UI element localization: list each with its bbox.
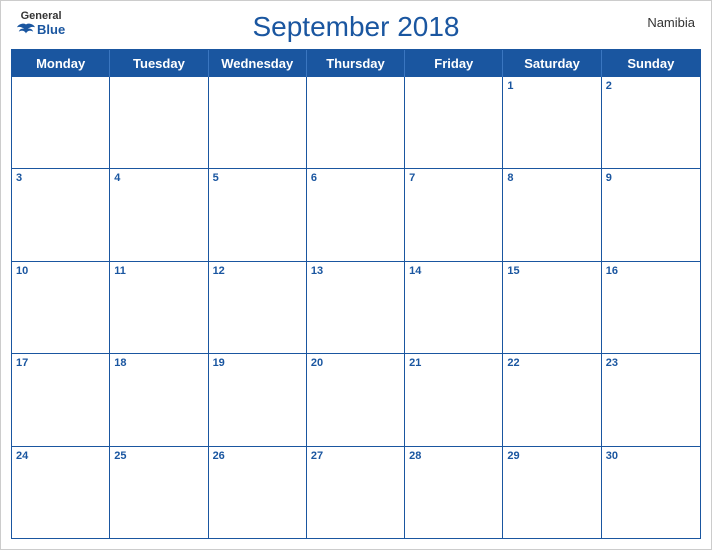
day-number: 7 [409, 172, 415, 184]
day-number: 24 [16, 450, 28, 462]
day-header-friday: Friday [405, 50, 503, 77]
day-number: 23 [606, 357, 618, 369]
day-number: 11 [114, 265, 126, 277]
day-number: 25 [114, 450, 126, 462]
week-row-3: 10 11 12 13 14 15 16 [12, 261, 700, 353]
day-cell: 5 [209, 169, 307, 260]
country-label: Namibia [647, 15, 695, 30]
week-row-4: 17 18 19 20 21 22 23 [12, 353, 700, 445]
day-header-tuesday: Tuesday [110, 50, 208, 77]
logo: General Blue [17, 11, 65, 36]
day-cell: 24 [12, 447, 110, 538]
day-number: 3 [16, 172, 22, 184]
day-header-sunday: Sunday [602, 50, 700, 77]
day-cell: 10 [12, 262, 110, 353]
day-number: 16 [606, 265, 618, 277]
day-cell: 28 [405, 447, 503, 538]
calendar-header: General Blue September 2018 Namibia [1, 1, 711, 49]
day-number: 13 [311, 265, 323, 277]
day-cell: 2 [602, 77, 700, 168]
calendar-title: September 2018 [252, 11, 459, 43]
day-number: 15 [507, 265, 519, 277]
week-row-2: 3 4 5 6 7 8 9 [12, 168, 700, 260]
day-cell: 30 [602, 447, 700, 538]
day-number: 1 [507, 80, 513, 92]
logo-bird-icon [17, 22, 35, 36]
day-cell: 11 [110, 262, 208, 353]
day-number: 29 [507, 450, 519, 462]
day-cell: 20 [307, 354, 405, 445]
day-number: 14 [409, 265, 421, 277]
day-cell: 26 [209, 447, 307, 538]
day-number: 27 [311, 450, 323, 462]
day-number: 19 [213, 357, 225, 369]
day-header-thursday: Thursday [307, 50, 405, 77]
day-cell: 22 [503, 354, 601, 445]
day-header-saturday: Saturday [503, 50, 601, 77]
week-row-1: 12 [12, 77, 700, 168]
day-number: 4 [114, 172, 120, 184]
day-cell: 19 [209, 354, 307, 445]
day-cell [307, 77, 405, 168]
day-cell: 6 [307, 169, 405, 260]
day-number: 26 [213, 450, 225, 462]
day-header-monday: Monday [12, 50, 110, 77]
day-cell [405, 77, 503, 168]
day-cell: 12 [209, 262, 307, 353]
day-number: 8 [507, 172, 513, 184]
logo-blue-text: Blue [17, 22, 65, 36]
day-cell: 21 [405, 354, 503, 445]
day-cell: 17 [12, 354, 110, 445]
day-number: 5 [213, 172, 219, 184]
day-number: 18 [114, 357, 126, 369]
day-cell: 3 [12, 169, 110, 260]
day-cell: 16 [602, 262, 700, 353]
day-cell: 23 [602, 354, 700, 445]
day-cell: 4 [110, 169, 208, 260]
day-cell [12, 77, 110, 168]
day-number: 21 [409, 357, 421, 369]
day-cell: 7 [405, 169, 503, 260]
logo-general-text: General [21, 11, 62, 22]
day-header-wednesday: Wednesday [209, 50, 307, 77]
day-cell: 27 [307, 447, 405, 538]
day-cell [209, 77, 307, 168]
calendar-page: General Blue September 2018 Namibia Mond… [0, 0, 712, 550]
day-cell: 29 [503, 447, 601, 538]
day-number: 30 [606, 450, 618, 462]
day-cell: 1 [503, 77, 601, 168]
day-number: 20 [311, 357, 323, 369]
week-row-5: 24 25 26 27 28 29 30 [12, 446, 700, 538]
day-number: 9 [606, 172, 612, 184]
day-cell: 15 [503, 262, 601, 353]
day-number: 22 [507, 357, 519, 369]
day-number: 2 [606, 80, 612, 92]
day-cell [110, 77, 208, 168]
day-number: 6 [311, 172, 317, 184]
days-header-row: MondayTuesdayWednesdayThursdayFridaySatu… [12, 50, 700, 77]
day-cell: 14 [405, 262, 503, 353]
day-cell: 8 [503, 169, 601, 260]
day-number: 12 [213, 265, 225, 277]
day-number: 10 [16, 265, 28, 277]
weeks-container: 1234567891011121314151617181920212223242… [12, 77, 700, 538]
day-cell: 13 [307, 262, 405, 353]
calendar-grid: MondayTuesdayWednesdayThursdayFridaySatu… [11, 49, 701, 539]
day-cell: 25 [110, 447, 208, 538]
day-cell: 18 [110, 354, 208, 445]
day-number: 28 [409, 450, 421, 462]
day-number: 17 [16, 357, 28, 369]
day-cell: 9 [602, 169, 700, 260]
